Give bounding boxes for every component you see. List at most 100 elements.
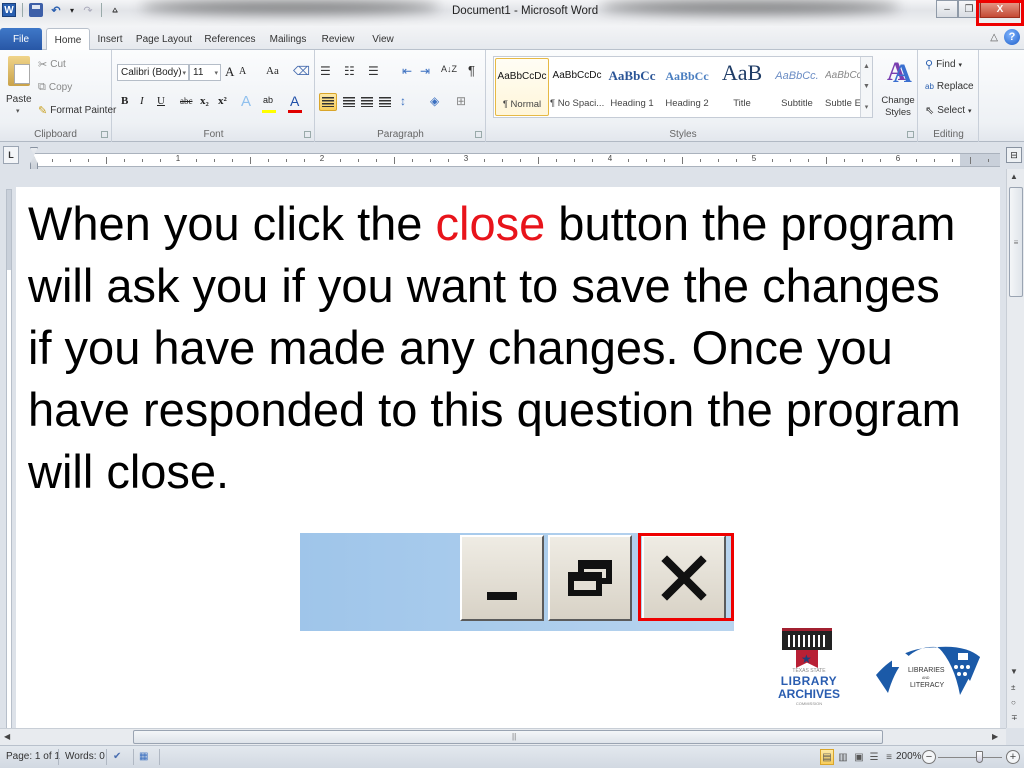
redo-icon[interactable]: ↷ (81, 3, 95, 17)
borders-button[interactable]: ⊞ (456, 94, 466, 108)
tab-view[interactable]: View (366, 28, 400, 50)
show-marks-button[interactable]: ¶ (468, 63, 475, 78)
sort-button[interactable]: A↓Z (441, 64, 457, 74)
previous-page-icon[interactable]: ± (1011, 683, 1015, 692)
strikethrough-button[interactable]: abc (180, 96, 193, 106)
word-count[interactable]: Words: 0 (65, 751, 105, 762)
horizontal-scrollbar[interactable]: ◀ || ▶ (0, 728, 1006, 745)
tab-review[interactable]: Review (318, 28, 358, 50)
text-effects-button[interactable]: A (241, 93, 251, 110)
word-app-icon[interactable]: W (2, 3, 16, 17)
outline-view-button[interactable]: ☰ (867, 749, 881, 765)
paste-icon[interactable] (8, 56, 30, 86)
change-case-button[interactable]: Aa (266, 65, 279, 77)
grow-font-button[interactable]: A (225, 64, 234, 80)
shading-button[interactable]: ◈ (430, 94, 439, 108)
tab-home[interactable]: Home (46, 28, 90, 51)
style-heading-1[interactable]: AaBbCc Heading 1 (605, 58, 659, 116)
font-name-combo[interactable]: Calibri (Body) ▾ (117, 64, 189, 81)
undo-dropdown-icon[interactable]: ▾ (69, 3, 75, 17)
align-right-button[interactable] (361, 97, 373, 107)
page-count[interactable]: Page: 1 of 1 (6, 751, 60, 762)
horizontal-scroll-thumb[interactable]: || (133, 730, 883, 744)
paste-dropdown-icon[interactable]: ▾ (16, 107, 20, 115)
increase-indent-button[interactable]: ⇥ (420, 64, 430, 78)
paste-button[interactable]: Paste (6, 94, 32, 105)
vertical-scrollbar[interactable]: ▲ ≡ ▼ ± ○ ∓ (1006, 169, 1024, 728)
font-color-button[interactable]: A (290, 93, 299, 109)
draft-view-button[interactable]: ≡ (882, 749, 896, 765)
proofing-icon[interactable]: ✔ (113, 751, 121, 762)
tab-page-layout[interactable]: Page Layout (134, 28, 194, 50)
tab-selector-button[interactable]: L (3, 146, 19, 164)
browse-object-icon[interactable]: ○ (1011, 698, 1016, 707)
print-layout-view-button[interactable]: ▤ (820, 749, 834, 765)
zoom-out-button[interactable]: − (922, 750, 936, 764)
styles-launcher-icon[interactable] (907, 131, 914, 138)
change-styles-button[interactable]: AA Change Styles (879, 50, 917, 142)
style-title[interactable]: AaB Title (715, 58, 769, 116)
bold-button[interactable]: B (121, 95, 128, 107)
tab-references[interactable]: References (202, 28, 258, 50)
align-center-button[interactable] (343, 97, 355, 107)
horizontal-ruler[interactable]: 1 2 3 4 5 6 (34, 153, 1000, 167)
font-size-combo[interactable]: 11 ▾ (189, 64, 221, 81)
scroll-right-icon[interactable]: ▶ (992, 732, 998, 741)
font-launcher-icon[interactable] (304, 131, 311, 138)
style-normal[interactable]: AaBbCcDc ¶ Normal (495, 58, 549, 116)
vertical-scroll-thumb[interactable]: ≡ (1009, 187, 1023, 297)
next-page-icon[interactable]: ∓ (1011, 713, 1018, 722)
zoom-slider-track[interactable] (938, 757, 1002, 758)
tab-file[interactable]: File (0, 28, 42, 50)
cut-button[interactable]: ✂ Cut (38, 58, 66, 71)
format-painter-button[interactable]: ✎ Format Painter (38, 104, 116, 117)
subscript-button[interactable]: x₂ (200, 95, 209, 107)
scroll-up-icon[interactable]: ▲ (1010, 172, 1018, 181)
view-ruler-icon[interactable]: ⊟ (1006, 147, 1022, 163)
paragraph-launcher-icon[interactable] (475, 131, 482, 138)
undo-icon[interactable]: ↶ (49, 3, 63, 17)
italic-button[interactable]: I (140, 95, 144, 107)
justify-button[interactable] (379, 97, 391, 107)
line-spacing-button[interactable]: ↕ (400, 94, 406, 108)
underline-button[interactable]: U (157, 95, 165, 107)
shrink-font-button[interactable]: A (239, 66, 246, 77)
customize-toolbar-icon[interactable]: ⩠ (108, 3, 122, 17)
find-button[interactable]: ⚲ Find ▾ (925, 58, 962, 71)
tab-mailings[interactable]: Mailings (266, 28, 310, 50)
replace-button[interactable]: ab Replace (925, 81, 974, 92)
numbering-button[interactable]: ☷ (344, 64, 355, 78)
clipboard-launcher-icon[interactable] (101, 131, 108, 138)
superscript-button[interactable]: x² (218, 95, 227, 107)
select-button[interactable]: ⇖ Select ▾ (925, 104, 972, 117)
full-screen-reading-view-button[interactable]: ▥ (836, 749, 850, 765)
copy-button[interactable]: ⧉ Copy (38, 81, 72, 94)
styles-gallery-scroll[interactable]: ▲ ▼ ▾ (860, 57, 872, 117)
scroll-up-icon[interactable]: ▲ (863, 63, 870, 70)
zoom-in-button[interactable]: + (1006, 750, 1020, 764)
more-styles-icon[interactable]: ▾ (865, 103, 869, 111)
bullets-button[interactable]: ☰ (320, 64, 331, 78)
minimize-button[interactable]: – (936, 0, 958, 18)
web-layout-view-button[interactable]: ▣ (852, 749, 866, 765)
tab-insert[interactable]: Insert (92, 28, 128, 50)
style-subtitle[interactable]: AaBbCc. Subtitle (770, 58, 824, 116)
scroll-down-icon[interactable]: ▼ (1010, 667, 1018, 676)
style-no-spacing[interactable]: AaBbCcDc ¶ No Spaci... (550, 58, 604, 116)
help-icon[interactable]: ? (1004, 29, 1020, 45)
decrease-indent-button[interactable]: ⇤ (402, 64, 412, 78)
style-heading-2[interactable]: AaBbCc Heading 2 (660, 58, 714, 116)
zoom-slider-thumb[interactable] (976, 751, 983, 763)
scroll-down-icon[interactable]: ▼ (863, 83, 870, 90)
macro-record-icon[interactable]: ▦ (139, 751, 148, 762)
zoom-level[interactable]: 200% (896, 751, 922, 762)
clear-formatting-icon[interactable]: ⌫ (293, 64, 310, 79)
minimize-ribbon-icon[interactable]: △ (990, 32, 998, 43)
document-page[interactable]: When you click the close button the prog… (16, 187, 1000, 728)
document-body-text[interactable]: When you click the close button the prog… (28, 193, 968, 503)
highlight-button[interactable]: ab (263, 95, 273, 105)
save-icon[interactable] (29, 3, 43, 17)
style-subtle-emphasis[interactable]: AaBbCcDc Subtle Em... (825, 58, 861, 116)
scroll-left-icon[interactable]: ◀ (4, 732, 10, 741)
multilevel-list-button[interactable]: ☰ (368, 64, 379, 78)
